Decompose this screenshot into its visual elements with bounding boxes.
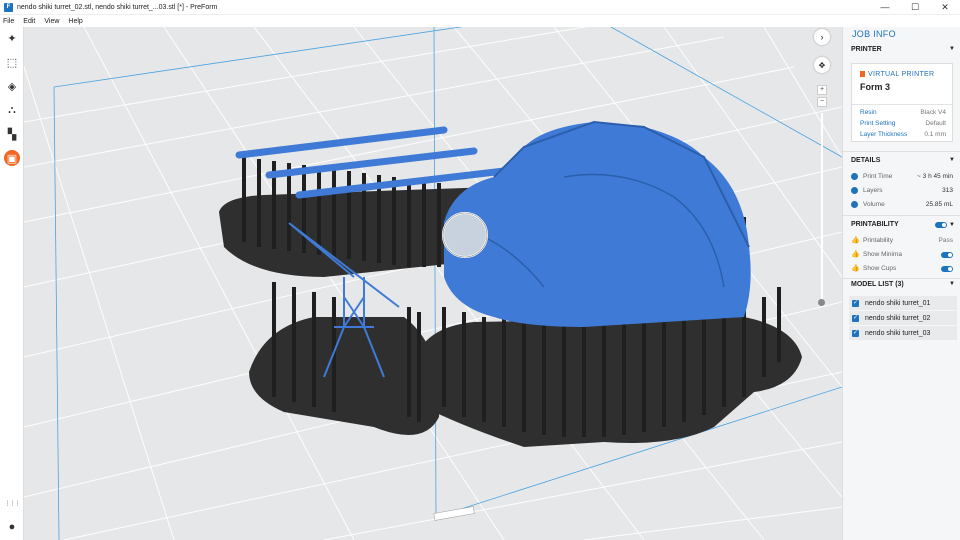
select-icon[interactable]: ⬚	[4, 54, 20, 70]
printer-heading: PRINTER	[851, 46, 882, 53]
menu-help[interactable]: Help	[68, 18, 82, 25]
menu-view[interactable]: View	[44, 18, 59, 25]
minimize-button[interactable]: —	[870, 0, 900, 15]
print-time-row: Print Time ~ 3 h 45 min	[851, 173, 953, 180]
thumbs-up-icon: 👍	[851, 265, 860, 272]
thumbs-up-icon: 👍	[851, 237, 860, 244]
show-cups-row: 👍 Show Cups	[851, 265, 953, 272]
model-list-item[interactable]: ✓ nendo shiki turret_01	[849, 296, 957, 310]
apps-grid-icon[interactable]: ⋮⋮⋮	[4, 495, 21, 511]
job-info-panel: JOB INFO PRINTER ▼ VIRTUAL PRINTER Form …	[842, 27, 960, 540]
card-divider	[852, 104, 952, 105]
chevron-down-icon: ▼	[949, 221, 955, 228]
gun-barrels	[235, 126, 508, 199]
divider	[843, 278, 960, 279]
menu-file[interactable]: File	[3, 18, 14, 25]
print-setting-row: Print Setting Default	[860, 120, 946, 127]
pan-control-icon[interactable]: ✥	[814, 57, 830, 73]
orient-icon[interactable]: ◈	[4, 78, 20, 94]
checkbox-checked-icon[interactable]: ✓	[852, 314, 859, 322]
layer-slider-handle[interactable]	[818, 299, 825, 306]
checkbox-checked-icon[interactable]: ✓	[852, 299, 859, 307]
window-title: nendo shiki turret_02.stl, nendo shiki t…	[17, 3, 218, 11]
title-bar: F nendo shiki turret_02.stl, nendo shiki…	[0, 0, 960, 15]
plate-label-tag	[433, 506, 475, 521]
printability-section-header[interactable]: PRINTABILITY ▼	[851, 221, 955, 228]
scene	[24, 27, 842, 540]
divider	[843, 151, 960, 152]
volume-row: Volume 25.85 mL	[851, 201, 953, 208]
resin-row: Resin Black V4	[860, 109, 946, 116]
panel-title: JOB INFO	[852, 29, 896, 39]
details-section-header[interactable]: DETAILS ▼	[851, 157, 955, 164]
3d-viewport[interactable]: › ✥ + −	[24, 27, 842, 540]
chevron-down-icon: ▼	[949, 157, 955, 163]
virtual-printer-label: VIRTUAL PRINTER	[860, 71, 934, 78]
account-icon[interactable]: ●	[4, 519, 20, 535]
layers-row: Layers 313	[851, 187, 953, 194]
volume-icon	[851, 201, 858, 208]
menu-edit[interactable]: Edit	[23, 18, 35, 25]
supports-icon[interactable]: ⛬	[4, 102, 20, 118]
printer-card[interactable]: VIRTUAL PRINTER Form 3 Resin Black V4 Pri…	[851, 63, 953, 142]
layout-icon[interactable]: ▚	[4, 126, 20, 142]
print-icon[interactable]: ▣	[4, 150, 20, 166]
clock-icon	[851, 173, 858, 180]
checkbox-checked-icon[interactable]: ✓	[852, 329, 859, 337]
left-toolbar: ✦ ⬚ ◈ ⛬ ▚ ▣ ⋮⋮⋮ ●	[0, 27, 24, 540]
printer-icon	[860, 71, 865, 77]
zoom-out-button[interactable]: −	[817, 97, 827, 107]
rotation-gizmo	[442, 212, 488, 258]
show-cups-toggle[interactable]	[941, 265, 953, 272]
turret-model	[444, 120, 751, 327]
printability-row: 👍 Printability Pass	[851, 237, 953, 244]
menu-bar: File Edit View Help	[0, 15, 960, 27]
chevron-down-icon: ▼	[949, 281, 955, 287]
zoom-in-button[interactable]: +	[817, 85, 827, 95]
layer-thickness-row: Layer Thickness 0.1 mm	[860, 131, 946, 138]
chevron-down-icon: ▼	[949, 46, 955, 52]
divider	[843, 215, 960, 216]
layer-slider-track[interactable]	[821, 113, 823, 303]
show-minima-toggle[interactable]	[941, 251, 953, 258]
magic-wand-icon[interactable]: ✦	[4, 30, 20, 46]
printer-name: Form 3	[860, 82, 891, 92]
show-minima-row: 👍 Show Minima	[851, 251, 953, 258]
next-arrow-button[interactable]: ›	[814, 29, 830, 45]
maximize-button[interactable]: ☐	[900, 0, 930, 15]
model-list-item[interactable]: ✓ nendo shiki turret_03	[849, 326, 957, 340]
model-list-section-header[interactable]: MODEL LIST (3) ▼	[851, 281, 955, 288]
preform-logo-icon: F	[4, 2, 13, 12]
printability-toggle[interactable]	[935, 221, 948, 228]
model-list-item[interactable]: ✓ nendo shiki turret_02	[849, 311, 957, 325]
printer-section-header[interactable]: PRINTER ▼	[851, 46, 955, 53]
layers-icon	[851, 187, 858, 194]
close-button[interactable]: ✕	[930, 0, 960, 15]
thumbs-up-icon: 👍	[851, 251, 860, 258]
